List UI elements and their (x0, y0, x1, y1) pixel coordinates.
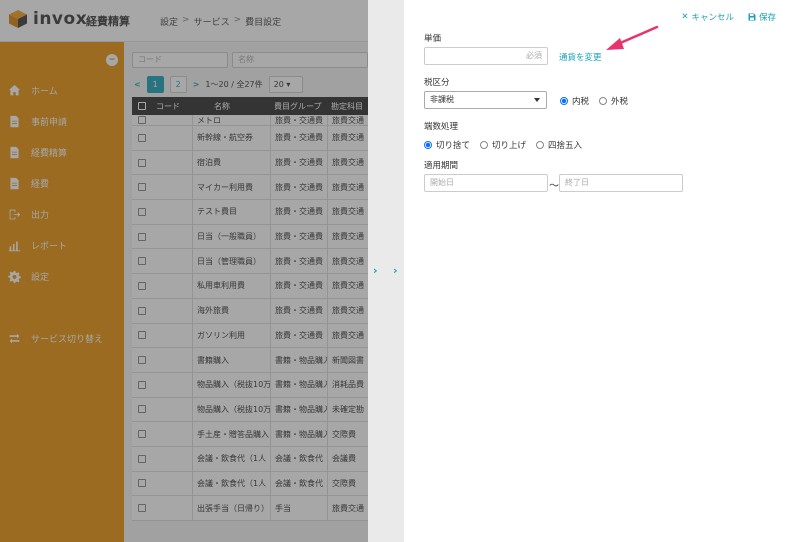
radio-label: 切り捨て (436, 141, 471, 151)
radio-label: 切り上げ (492, 141, 527, 151)
edit-drawer: ✕ キャンセル 保存 単価 必須 通貨を変更 税区分 非課税 内税 外税 端数処… (404, 0, 800, 542)
tax-inclusion-radio-group: 内税 外税 (560, 95, 628, 107)
radio-label: 外税 (611, 97, 629, 107)
start-date-input[interactable]: 開始日 (424, 174, 548, 192)
radio-checked-icon (424, 141, 432, 149)
close-icon: ✕ (681, 12, 689, 22)
tax-category-select[interactable]: 非課税 (424, 91, 547, 109)
save-icon (748, 13, 756, 21)
radio-unchecked-icon (599, 97, 608, 105)
radio-tax-excluded[interactable]: 外税 (599, 95, 628, 107)
radio-round-up[interactable]: 切り上げ (480, 139, 526, 151)
radio-tax-included[interactable]: 内税 (560, 95, 589, 107)
unit-price-input[interactable]: 必須 (424, 47, 548, 65)
rounding-radio-group: 切り捨て 切り上げ 四捨五入 (424, 139, 582, 151)
tax-category-label: 税区分 (424, 78, 450, 88)
drawer-edge: › › (368, 0, 404, 542)
modal-overlay[interactable] (0, 0, 368, 542)
save-label: 保存 (758, 13, 776, 23)
tax-category-value: 非課税 (430, 95, 454, 104)
period-label: 適用期間 (424, 161, 459, 171)
chevron-right-icon[interactable]: › (393, 264, 398, 277)
rounding-label: 端数処理 (424, 122, 459, 132)
drawer-actions: ✕ キャンセル 保存 (681, 11, 776, 23)
radio-round-down[interactable]: 切り捨て (424, 139, 470, 151)
chevron-down-icon (534, 98, 540, 102)
unit-price-label: 単価 (424, 34, 442, 44)
radio-round-half[interactable]: 四捨五入 (536, 139, 582, 151)
change-currency-link[interactable]: 通貨を変更 (559, 51, 602, 63)
radio-unchecked-icon (480, 141, 489, 149)
chevron-right-icon[interactable]: › (373, 264, 378, 277)
cancel-label: キャンセル (691, 13, 734, 23)
end-date-input[interactable]: 終了日 (559, 174, 683, 192)
range-separator: 〜 (549, 181, 559, 192)
save-button[interactable]: 保存 (748, 11, 776, 23)
radio-checked-icon (560, 97, 568, 105)
radio-label: 四捨五入 (548, 141, 583, 151)
radio-unchecked-icon (536, 141, 545, 149)
cancel-button[interactable]: ✕ キャンセル (681, 11, 734, 23)
radio-label: 内税 (572, 97, 590, 107)
background-app: invox 経費精算 設定 > サービス > 費目設定 − ホーム 事前申請 経… (0, 0, 368, 542)
